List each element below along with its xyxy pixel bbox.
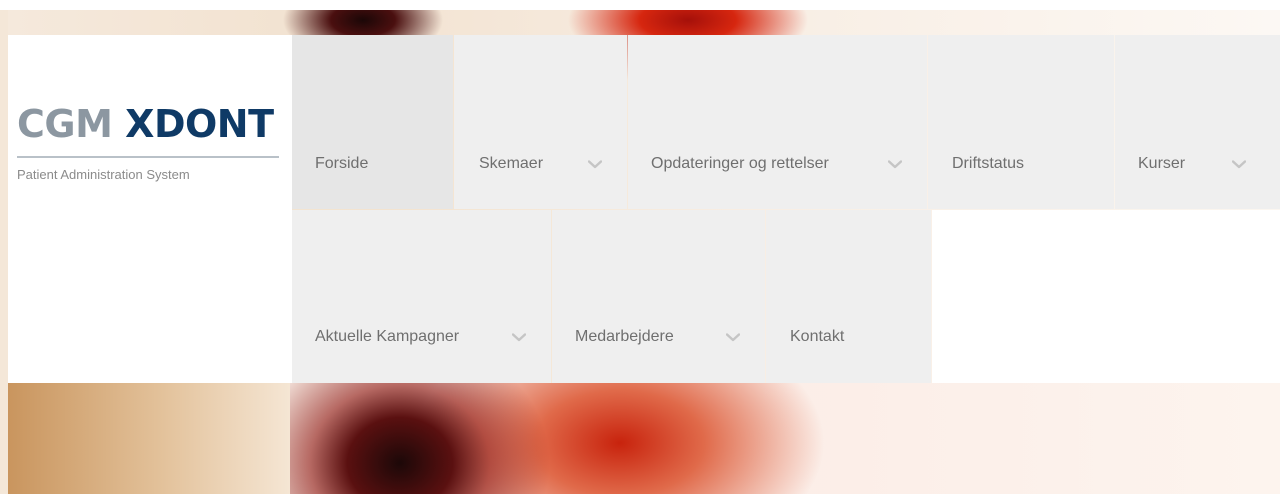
nav-row2-filler <box>932 210 1280 383</box>
nav-label: Kontakt <box>790 328 845 345</box>
logo-divider <box>17 156 279 158</box>
nav-item-kontakt[interactable]: Kontakt <box>766 210 931 383</box>
logo-subtitle: Patient Administration System <box>17 167 190 182</box>
nav-label: Driftstatus <box>952 155 1025 172</box>
nav-label: Skemaer <box>479 155 544 172</box>
logo-brand-cgm: CGM <box>17 102 113 146</box>
top-strip <box>0 0 1280 10</box>
logo-brand-xdont: XDONT <box>125 102 274 146</box>
chevron-down-icon <box>726 333 740 342</box>
chevron-down-icon <box>512 333 526 342</box>
nav-item-medarbejdere[interactable]: Medarbejdere <box>552 210 765 383</box>
nav-item-driftstatus[interactable]: Driftstatus <box>928 35 1114 209</box>
hero-image-top <box>8 10 1280 35</box>
nav-item-opdateringer[interactable]: Opdateringer og rettelser <box>628 35 927 209</box>
logo-wordmark: CGM XDONT <box>17 105 274 143</box>
nav-label: Aktuelle Kampagner <box>315 328 460 345</box>
chevron-down-icon <box>888 160 902 169</box>
chevron-down-icon <box>1232 160 1246 169</box>
nav-item-forside[interactable]: Forside <box>292 35 453 209</box>
nav-item-aktuelle-kampagner[interactable]: Aktuelle Kampagner <box>292 210 551 383</box>
nav-label: Medarbejdere <box>575 328 674 345</box>
nav-label: Forside <box>315 155 369 172</box>
hero-image-bottom-left <box>8 383 290 494</box>
nav-item-skemaer[interactable]: Skemaer <box>454 35 627 209</box>
site-logo[interactable]: CGM XDONT Patient Administration System <box>8 35 292 383</box>
hero-image-bottom <box>290 383 1280 494</box>
nav-label: Opdateringer og rettelser <box>651 155 829 172</box>
chevron-down-icon <box>588 160 602 169</box>
nav-label: Kurser <box>1138 155 1186 172</box>
nav-item-kurser[interactable]: Kurser <box>1115 35 1280 209</box>
